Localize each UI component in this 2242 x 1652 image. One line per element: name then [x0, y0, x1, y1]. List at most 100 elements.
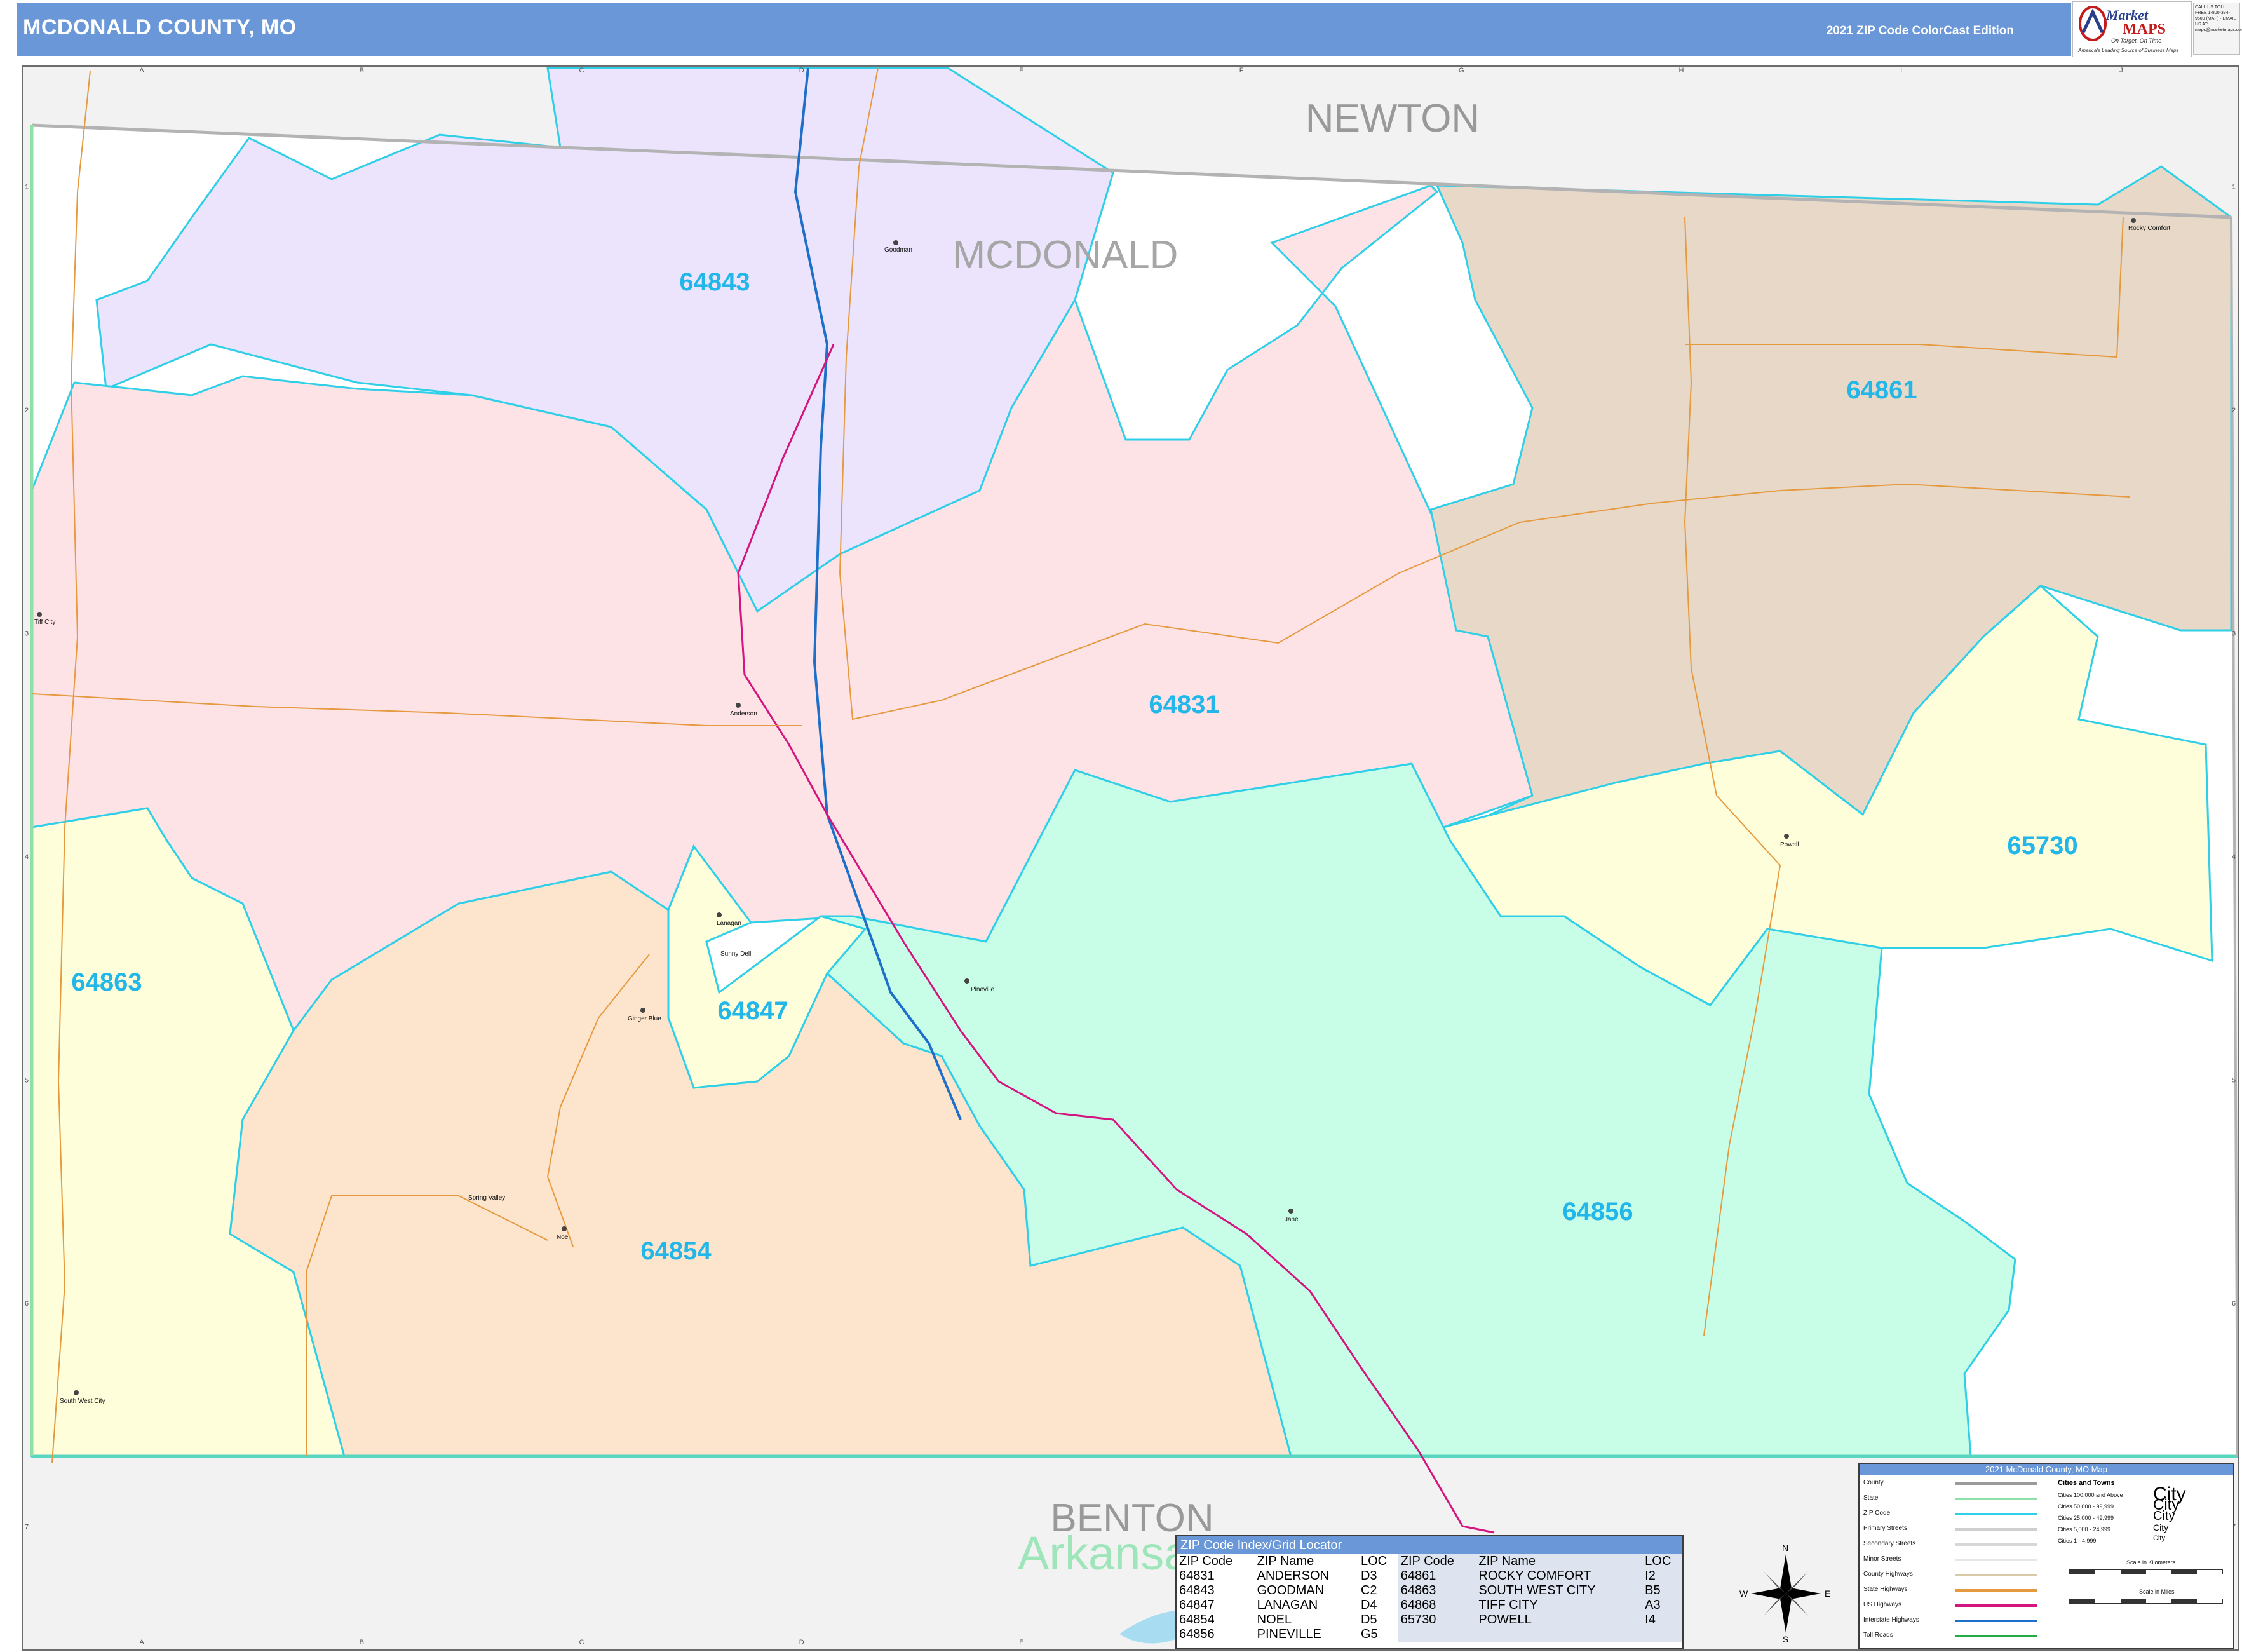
- zip-label-64856: 64856: [1562, 1198, 1633, 1226]
- town-south-west-city[interactable]: South West City: [60, 1398, 105, 1405]
- legend-line-swatch: [1955, 1635, 2037, 1637]
- town-rocky-comfort[interactable]: Rocky Comfort: [2128, 225, 2170, 232]
- grid-column-label: J: [2119, 67, 2123, 74]
- town-tiff-city[interactable]: Tiff City: [34, 619, 55, 626]
- legend-line-swatch: [1955, 1498, 2037, 1500]
- town-pineville[interactable]: Pineville: [971, 986, 995, 993]
- legend-item-label: County: [1863, 1479, 1884, 1486]
- grid-row-label: 1: [2232, 184, 2236, 191]
- grid-column-label: G: [1459, 67, 1464, 74]
- legend-line-swatch: [1955, 1589, 2037, 1592]
- legend-item-label: Interstate Highways: [1863, 1616, 1919, 1623]
- grid-row-label: 6: [25, 1300, 29, 1308]
- zip-code-cell: 64868: [1398, 1598, 1476, 1613]
- town-spring-valley[interactable]: Spring Valley: [468, 1195, 505, 1202]
- compass-east: E: [1825, 1588, 1831, 1599]
- town-marker: [562, 1226, 567, 1231]
- legend-line-swatch: [1955, 1620, 2037, 1622]
- grid-column-label: C: [579, 67, 584, 74]
- town-lanagan[interactable]: Lanagan: [717, 920, 741, 927]
- header-zip-code: ZIP Code: [1398, 1554, 1476, 1569]
- zip-index-row[interactable]: 64854 NOEL D5 65730 POWELL I4: [1177, 1613, 1682, 1627]
- grid-row-label: 5: [25, 1076, 29, 1084]
- zip-code-index: ZIP Code Index/Grid Locator ZIP Code ZIP…: [1175, 1535, 1684, 1649]
- zip-code-cell: [1398, 1627, 1476, 1642]
- legend-line-swatch: [1955, 1513, 2037, 1515]
- town-marker: [2131, 218, 2136, 223]
- town-ginger-blue[interactable]: Ginger Blue: [628, 1015, 661, 1022]
- logo-tagline: On Target, On Time: [2111, 37, 2162, 44]
- zip-name-cell: NOEL: [1257, 1613, 1292, 1627]
- zip-code-cell: 64856: [1179, 1627, 1215, 1641]
- map-title: MCDONALD COUNTY, MO: [23, 15, 297, 39]
- legend-city-sample: City: [2153, 1522, 2169, 1533]
- county-label-mcdonald: MCDONALD: [953, 233, 1178, 277]
- zip-code-cell: 64854: [1179, 1613, 1215, 1627]
- legend-item-label: ZIP Code: [1863, 1510, 1891, 1517]
- town-goodman[interactable]: Goodman: [884, 247, 912, 254]
- contact-info: CALL US TOLL FREE 1-800-334-9500 (MAP) ·…: [2193, 3, 2242, 55]
- zip-index-row[interactable]: 64831 ANDERSON D3 64861 ROCKY COMFORT I2: [1177, 1569, 1682, 1583]
- market-maps-logo[interactable]: Market MAPS On Target, On Time America's…: [2072, 1, 2192, 57]
- zip-index-row[interactable]: 64843 GOODMAN C2 64863 SOUTH WEST CITY B5: [1177, 1583, 1682, 1598]
- zip-label-65730: 65730: [2007, 832, 2077, 860]
- grid-column-label: H: [1679, 67, 1684, 74]
- grid-column-label: I: [1900, 67, 1902, 74]
- town-noel[interactable]: Noel: [557, 1234, 570, 1241]
- header-zip-name: ZIP Name: [1257, 1554, 1314, 1568]
- scale-km-bar: [2069, 1569, 2223, 1574]
- loc-cell: D3: [1360, 1569, 1377, 1583]
- zip-index-title: ZIP Code Index/Grid Locator: [1177, 1536, 1682, 1554]
- zip-code-map[interactable]: NEWTON MCDONALD BENTON Arkansas 64843 64…: [23, 67, 2238, 1649]
- grid-row-label: 4: [25, 853, 29, 861]
- loc-cell: A3: [1642, 1598, 1682, 1613]
- legend-city-size-label: Cities 5,000 - 24,999: [2058, 1526, 2111, 1533]
- town-jane[interactable]: Jane: [1285, 1216, 1299, 1223]
- zip-code-cell: 64861: [1398, 1569, 1476, 1583]
- legend-item-label: Secondary Streets: [1863, 1540, 1916, 1547]
- zip-code-cell: 64863: [1398, 1583, 1476, 1598]
- town-marker: [74, 1390, 79, 1395]
- grid-row-label: 7: [25, 1523, 29, 1531]
- town-powell[interactable]: Powell: [1780, 841, 1799, 848]
- zip-name-cell: TIFF CITY: [1476, 1598, 1643, 1613]
- legend-item-label: Toll Roads: [1863, 1632, 1893, 1639]
- grid-row-label: 3: [2232, 630, 2236, 638]
- zip-index-table: ZIP Code ZIP Name LOC ZIP Code ZIP Name …: [1177, 1554, 1682, 1642]
- map-legend: 2021 McDonald County, MO Map County State…: [1858, 1463, 2234, 1649]
- town-anderson[interactable]: Anderson: [730, 710, 757, 717]
- legend-city-sample: City: [2153, 1534, 2165, 1543]
- zip-index-header-row: ZIP Code ZIP Name LOC ZIP Code ZIP Name …: [1177, 1554, 1682, 1569]
- zip-label-64831: 64831: [1149, 691, 1219, 719]
- zip-code-cell: 64847: [1179, 1598, 1215, 1612]
- legend-item-label: State Highways: [1863, 1586, 1908, 1593]
- grid-column-label: A: [139, 67, 144, 74]
- grid-row-label: 6: [2232, 1300, 2236, 1308]
- scale-km-label: Scale in Kilometers: [2126, 1559, 2176, 1566]
- town-sunny-dell[interactable]: Sunny Dell: [720, 951, 751, 958]
- legend-line-swatch: [1955, 1528, 2037, 1531]
- grid-column-label: B: [360, 67, 364, 74]
- scale-mi-bar: [2069, 1599, 2223, 1604]
- town-marker: [37, 612, 42, 617]
- loc-cell: B5: [1642, 1583, 1682, 1598]
- edition-label: 2021 ZIP Code ColorCast Edition: [1826, 24, 2014, 37]
- legend-line-swatch: [1955, 1482, 2037, 1485]
- header-zip-code: ZIP Code: [1179, 1554, 1233, 1568]
- zip-name-cell: LANAGAN: [1257, 1598, 1318, 1612]
- header-zip-name: ZIP Name: [1476, 1554, 1643, 1569]
- logo-word-maps: MAPS: [2123, 21, 2166, 37]
- legend-title: 2021 McDonald County, MO Map: [1860, 1464, 2233, 1475]
- loc-cell: D5: [1360, 1613, 1377, 1627]
- grid-column-label: D: [799, 1639, 804, 1646]
- grid-row-label: 4: [2232, 853, 2236, 861]
- zip-code-cell: 65730: [1398, 1613, 1476, 1627]
- map-frame[interactable]: NEWTON MCDONALD BENTON Arkansas 64843 64…: [22, 65, 2239, 1651]
- legend-city-sample: City: [2153, 1509, 2175, 1523]
- town-marker: [736, 703, 741, 708]
- grid-row-label: 2: [25, 407, 29, 414]
- loc-cell: G5: [1360, 1627, 1378, 1641]
- zip-index-row[interactable]: 64856 PINEVILLE G5: [1177, 1627, 1682, 1642]
- zip-index-row[interactable]: 64847 LANAGAN D4 64868 TIFF CITY A3: [1177, 1598, 1682, 1613]
- header-loc: LOC: [1360, 1554, 1388, 1568]
